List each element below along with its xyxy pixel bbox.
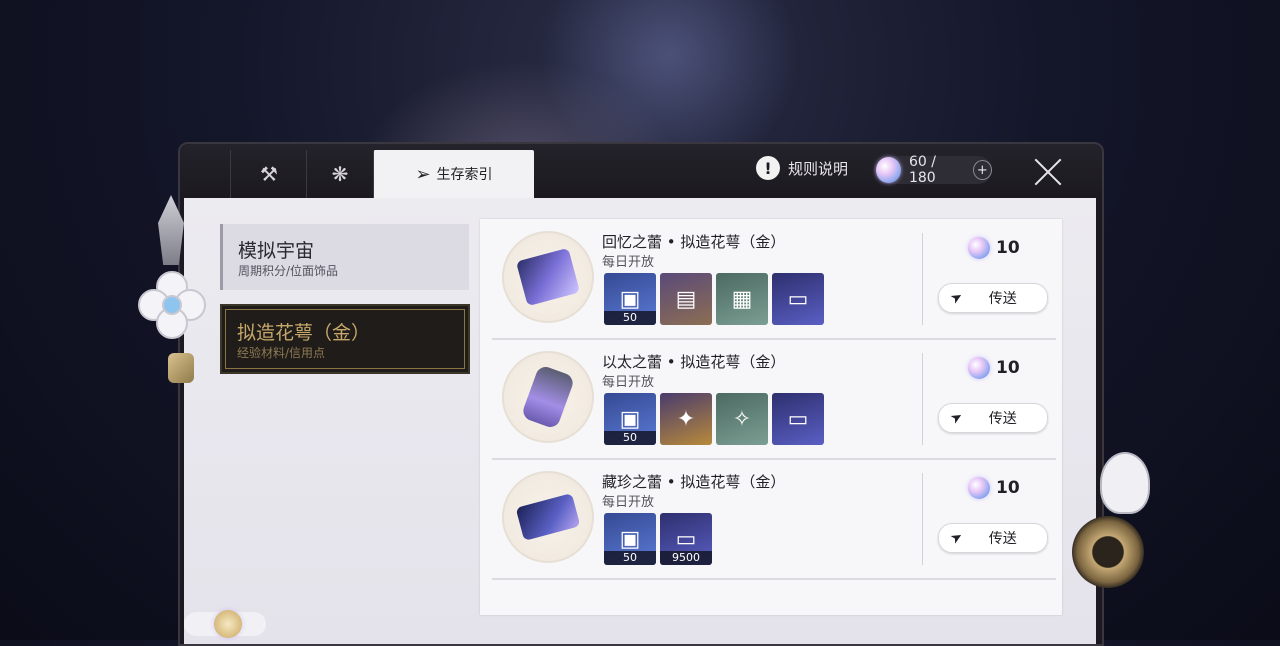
stamina-cost: 10 [968,477,1020,499]
domain-name: 以太之蕾 • 拟造花萼（金） [602,353,786,371]
trailblaze-power-icon [968,357,990,379]
teleport-label: 传送 [988,411,1017,427]
domain-schedule: 每日开放 [602,255,655,270]
silver-spire-icon [158,195,184,265]
credit-card-icon[interactable]: ▭ [772,273,824,325]
snowflake-icon: ❋ [331,162,349,186]
domain-list-panel: 回忆之蕾 • 拟造花萼（金） 每日开放 ▣ 50 ▤ ▦ ▭ 10 ➤ 传送 以太之… [480,219,1062,615]
stamina-value: 60 / 180 [908,154,936,186]
right-ornament [1070,452,1150,640]
left-ornament [138,195,208,385]
teleport-button[interactable]: ➤ 传送 [938,523,1048,553]
domain-schedule: 每日开放 [602,375,655,390]
reward-count: 50 [604,311,656,325]
send-arrow-icon: ➤ [947,288,966,308]
sidebar-item-subtitle: 经验材料/信用点 [237,346,326,360]
gold-emblem-icon [214,610,242,638]
tab-survival-index-label: 生存索引 [436,167,493,183]
stamina-cost: 10 [968,237,1020,259]
compass-icon: ➢ [415,163,431,185]
domain-entry: 以太之蕾 • 拟造花萼（金） 每日开放 ▣ 50 ✦ ✧ ▭ 10 ➤ 传送 [492,339,1056,460]
golden-lantern-icon[interactable]: ✦ [660,393,712,445]
send-arrow-icon: ➤ [947,408,966,428]
add-stamina-button[interactable]: + [972,160,992,180]
reward-count: 9500 [660,551,712,565]
tab-survival-index[interactable]: ➢ 生存索引 [373,150,534,198]
close-button[interactable] [1034,158,1062,186]
exp-card-icon[interactable]: ▣ 50 [604,513,656,565]
dark-lantern-icon[interactable]: ✧ [716,393,768,445]
teleport-label: 传送 [988,531,1017,547]
reward-list: ▣ 50 ▭ 9500 [604,513,716,565]
sidebar-item-title: 模拟宇宙 [238,240,315,262]
credit-card-icon[interactable]: ▭ [772,393,824,445]
bottom-emblem [184,610,266,638]
divider [922,473,923,565]
reward-list: ▣ 50 ✦ ✧ ▭ [604,393,828,445]
domain-thumbnail [502,351,594,443]
white-mascot-icon [1100,452,1150,514]
teleport-button[interactable]: ➤ 传送 [938,403,1048,433]
hammer-icon: ⚒ [260,162,278,186]
divider [922,353,923,445]
clover-flower-icon [138,271,206,339]
gold-medal-icon [168,353,194,383]
sidebar-item-simulated-universe[interactable]: 模拟宇宙 周期积分/位面饰品 [220,224,469,290]
tab-snowflake[interactable]: ❋ [306,150,373,198]
reward-list: ▣ 50 ▤ ▦ ▭ [604,273,828,325]
domain-name: 回忆之蕾 • 拟造花萼（金） [602,233,786,251]
domain-thumbnail [502,231,594,323]
trailblaze-power-icon [876,157,901,183]
exp-card-icon[interactable]: ▣ 50 [604,273,656,325]
papers-icon[interactable]: ▦ [716,273,768,325]
sidebar-item-calyx-golden[interactable]: 拟造花萼（金） 经验材料/信用点 [220,304,470,374]
trailblaze-power-icon [968,237,990,259]
stamina-counter: 60 / 180 + [874,154,992,186]
domain-entry: 藏珍之蕾 • 拟造花萼（金） 每日开放 ▣ 50 ▭ 9500 10 ➤ 传送 [492,459,1056,580]
rules-label: 规则说明 [788,159,849,178]
content-area: 模拟宇宙 周期积分/位面饰品 拟造花萼（金） 经验材料/信用点 回忆之蕾 • 拟… [184,198,1096,644]
teleport-label: 传送 [988,291,1017,307]
domain-name: 藏珍之蕾 • 拟造花萼（金） [602,473,786,491]
reward-count: 50 [604,431,656,445]
cost-value: 10 [996,358,1020,378]
survival-index-window: ⚒ ❋ ➢ 生存索引 ! 规则说明 60 / 180 + 模拟宇宙 周期积分/位… [178,142,1104,646]
rules-button[interactable]: ! 规则说明 [756,156,848,180]
domain-thumbnail [502,471,594,563]
send-arrow-icon: ➤ [947,528,966,548]
book-art-icon [515,247,581,307]
reward-count: 50 [604,551,656,565]
cost-value: 10 [996,238,1020,258]
sidebar-item-title: 拟造花萼（金） [237,322,371,344]
teleport-button[interactable]: ➤ 传送 [938,283,1048,313]
divider [922,233,923,325]
top-bar: ⚒ ❋ ➢ 生存索引 ! 规则说明 60 / 180 + [180,144,1102,198]
exp-card-icon[interactable]: ▣ 50 [604,393,656,445]
domain-entry: 回忆之蕾 • 拟造花萼（金） 每日开放 ▣ 50 ▤ ▦ ▭ 10 ➤ 传送 [492,219,1056,340]
credit-card-icon[interactable]: ▭ 9500 [660,513,712,565]
trailblaze-power-icon [968,477,990,499]
credit-art-icon [515,493,581,541]
stamina-cost: 10 [968,357,1020,379]
lantern-art-icon [520,364,576,430]
exclamation-icon: ! [756,156,780,180]
gold-flower-icon [1072,516,1144,588]
domain-schedule: 每日开放 [602,495,655,510]
tab-hammer[interactable]: ⚒ [230,150,307,198]
cost-value: 10 [996,478,1020,498]
book-icon[interactable]: ▤ [660,273,712,325]
sidebar-item-subtitle: 周期积分/位面饰品 [238,264,339,278]
